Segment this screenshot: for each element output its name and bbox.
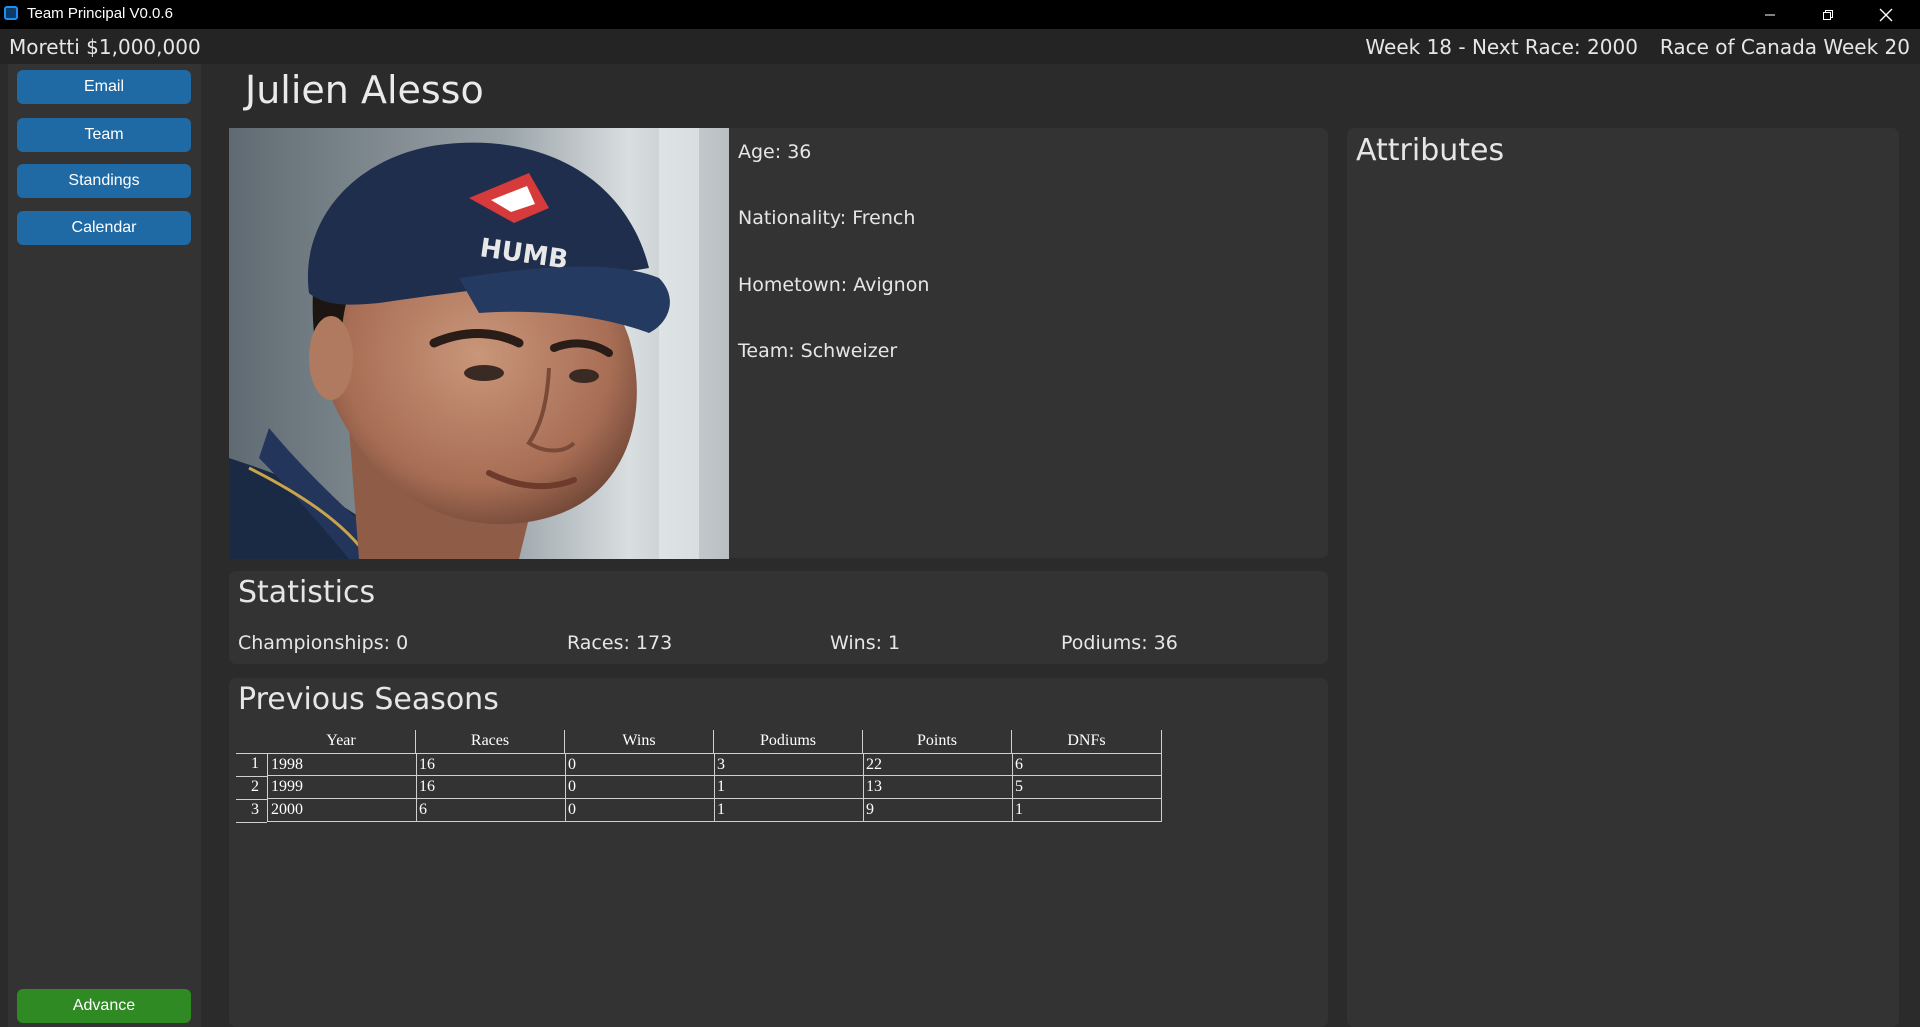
column-header-points[interactable]: Points (863, 730, 1012, 753)
minimize-icon (1765, 14, 1775, 15)
previous-seasons-title: Previous Seasons (238, 682, 499, 717)
column-header-races[interactable]: Races (416, 730, 565, 753)
driver-team: Team: Schweizer (738, 340, 898, 362)
cell-wins[interactable]: 0 (565, 776, 715, 799)
advance-button[interactable]: Advance (17, 989, 191, 1023)
cell-dnfs[interactable]: 5 (1012, 776, 1162, 799)
stat-races: Races: 173 (567, 632, 673, 654)
cell-dnfs[interactable]: 1 (1012, 799, 1162, 822)
status-bar: Moretti $1,000,000 Week 18 - Next Race: … (0, 29, 1920, 64)
row-index: 2 (251, 778, 259, 795)
cell-podiums[interactable]: 3 (714, 753, 864, 776)
statistics-title: Statistics (238, 575, 376, 610)
status-right: Week 18 - Next Race: 2000 Race of Canada … (1365, 35, 1910, 59)
close-icon (1879, 8, 1893, 21)
column-header-dnfs[interactable]: DNFs (1012, 730, 1162, 753)
cell-year[interactable]: 2000 (267, 799, 417, 822)
column-header-wins[interactable]: Wins (565, 730, 714, 753)
driver-portrait: HUMB (229, 128, 729, 559)
email-button[interactable]: Email (17, 70, 191, 104)
stat-wins: Wins: 1 (830, 632, 901, 654)
calendar-button[interactable]: Calendar (17, 211, 191, 245)
title-bar: Team Principal V0.0.6 (0, 0, 1920, 29)
next-race: Race of Canada Week 20 (1659, 35, 1910, 59)
cell-year[interactable]: 1999 (267, 776, 417, 799)
current-week: Week 18 - Next Race: 2000 (1365, 35, 1638, 59)
restore-icon (1823, 9, 1833, 20)
restore-button[interactable] (1800, 0, 1856, 29)
app-icon (4, 6, 18, 20)
column-header-podiums[interactable]: Podiums (714, 730, 863, 753)
minimize-button[interactable] (1742, 0, 1798, 29)
cell-races[interactable]: 6 (416, 799, 566, 822)
cell-year[interactable]: 1998 (267, 753, 417, 776)
cell-podiums[interactable]: 1 (714, 799, 864, 822)
cell-wins[interactable]: 0 (565, 753, 715, 776)
team-balance: Moretti $1,000,000 (9, 35, 201, 59)
driver-age: Age: 36 (738, 141, 812, 163)
team-button[interactable]: Team (17, 118, 191, 152)
row-index: 3 (251, 801, 259, 818)
stat-championships: Championships: 0 (238, 632, 409, 654)
cell-points[interactable]: 9 (863, 799, 1013, 822)
attributes-panel (1347, 128, 1899, 1027)
attributes-title: Attributes (1356, 133, 1505, 168)
cell-wins[interactable]: 0 (565, 799, 715, 822)
driver-nationality: Nationality: French (738, 207, 916, 229)
window-title: Team Principal V0.0.6 (27, 5, 173, 22)
column-header-year[interactable]: Year (267, 730, 416, 753)
driver-name: Julien Alesso (245, 68, 484, 112)
cell-races[interactable]: 16 (416, 776, 566, 799)
sidebar: Email Team Standings Calendar Advance (8, 64, 201, 1027)
cell-points[interactable]: 22 (863, 753, 1013, 776)
driver-hometown: Hometown: Avignon (738, 274, 930, 296)
standings-button[interactable]: Standings (17, 164, 191, 198)
row-index: 1 (251, 755, 259, 772)
cell-dnfs[interactable]: 6 (1012, 753, 1162, 776)
cell-points[interactable]: 13 (863, 776, 1013, 799)
stat-podiums: Podiums: 36 (1061, 632, 1178, 654)
cell-races[interactable]: 16 (416, 753, 566, 776)
close-button[interactable] (1858, 0, 1914, 29)
cell-podiums[interactable]: 1 (714, 776, 864, 799)
